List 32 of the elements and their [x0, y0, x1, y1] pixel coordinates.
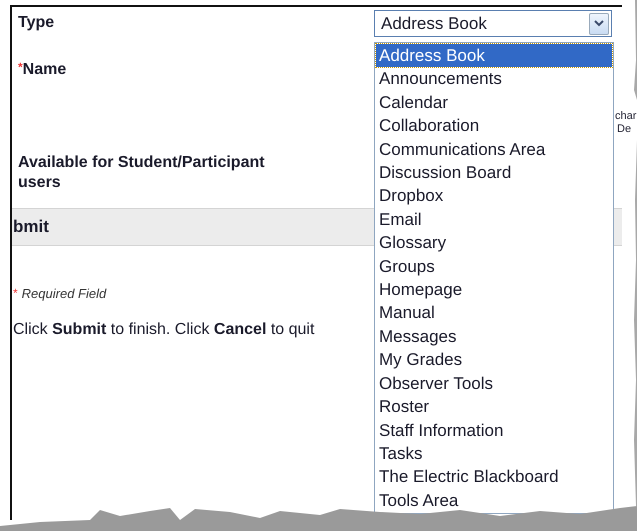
dropdown-option[interactable]: Email	[376, 208, 612, 232]
dropdown-option[interactable]: Observer Tools	[376, 372, 612, 396]
dropdown-option[interactable]: Discussion Board	[376, 161, 612, 184]
dropdown-option[interactable]: Manual	[376, 301, 612, 325]
type-select[interactable]: Address Book	[374, 10, 612, 37]
instruction-text: Click Submit to finish. Click Cancel to quit	[13, 320, 314, 338]
dropdown-option[interactable]: Collaboration	[376, 114, 612, 138]
dropdown-option[interactable]: Address Book	[376, 44, 612, 68]
type-label: Type	[18, 13, 54, 33]
dropdown-option[interactable]: Glossary	[376, 231, 612, 255]
dropdown-option[interactable]: Communications Area	[376, 138, 612, 162]
required-field-note: Required Field	[22, 285, 106, 304]
dropdown-option[interactable]: Calendar	[376, 90, 612, 114]
caret-icon	[594, 20, 604, 27]
dropdown-option[interactable]: Staff Information	[376, 418, 612, 442]
dropdown-option[interactable]: Homepage	[376, 278, 612, 302]
dropdown-option[interactable]: Roster	[376, 395, 612, 418]
cut-off-text: De	[617, 122, 632, 137]
availability-label: Available for Student/Participant users	[18, 152, 266, 194]
name-label: Name	[22, 60, 66, 80]
required-mark: *	[13, 285, 18, 302]
dropdown-option[interactable]: Dropbox	[376, 184, 612, 208]
required-mark: *	[18, 60, 23, 76]
cut-off-text: char	[615, 109, 636, 124]
dropdown-option[interactable]: Messages	[376, 324, 612, 348]
dropdown-option[interactable]: The Electric Blackboard	[376, 465, 612, 489]
dropdown-option[interactable]: Announcements	[376, 67, 612, 91]
dropdown-option[interactable]: Groups	[376, 254, 612, 278]
section-title: bmit	[13, 216, 49, 238]
dropdown-option[interactable]: Tasks	[376, 442, 612, 466]
dropdown-option[interactable]: My Grades	[376, 348, 612, 372]
dropdown-option[interactable]: Tools Area	[376, 488, 612, 512]
